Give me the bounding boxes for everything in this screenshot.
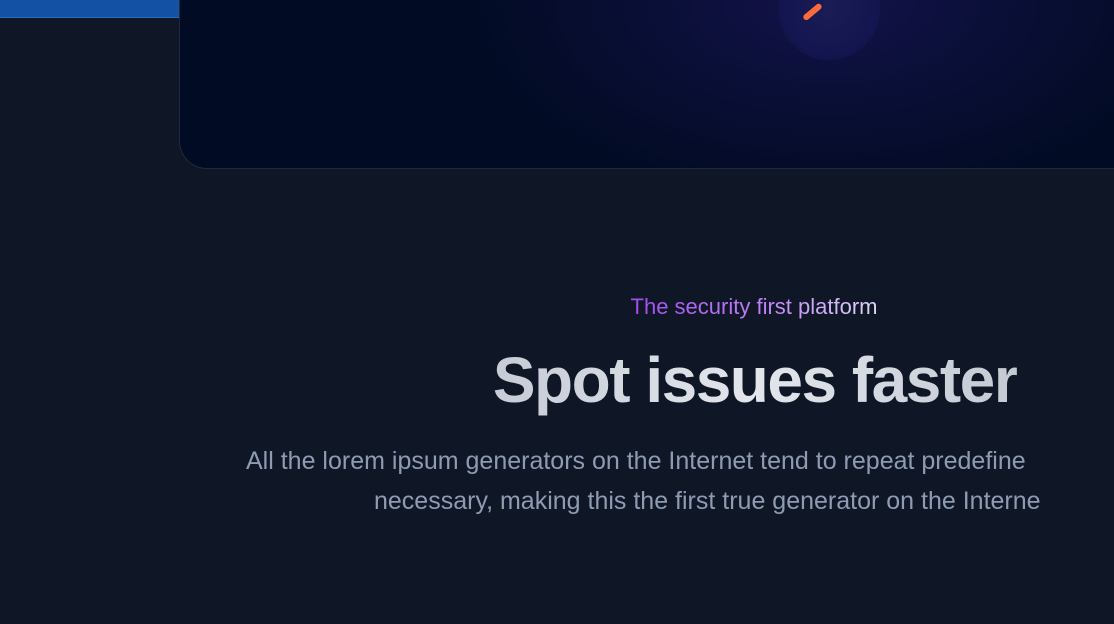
description-line-2: necessary, making this the first true ge… bbox=[374, 487, 1041, 515]
description-line-1: All the lorem ipsum generators on the In… bbox=[246, 447, 1026, 475]
hero-description: All the lorem ipsum generators on the In… bbox=[246, 441, 1114, 521]
page: The security first platform Spot issues … bbox=[0, 0, 1114, 624]
hero-title: Spot issues faster bbox=[492, 344, 1019, 416]
hero-section: The security first platform Spot issues … bbox=[0, 0, 1114, 624]
eyebrow-text: The security first platform bbox=[630, 294, 878, 319]
